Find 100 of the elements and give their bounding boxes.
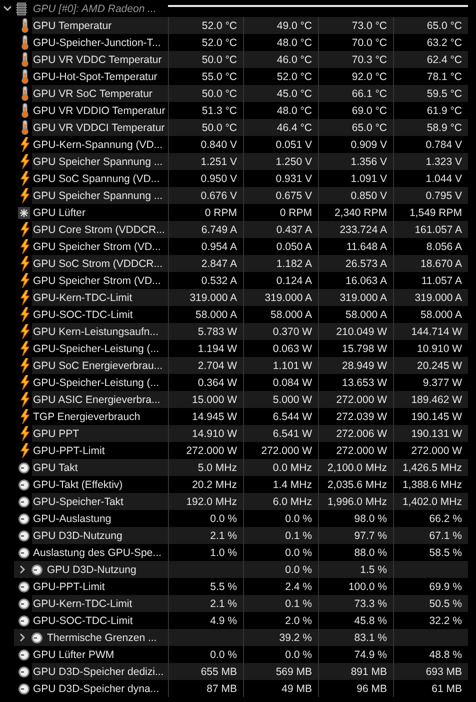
value-cell: 39.2 % (243, 629, 318, 646)
value-cell: 319.000 A (243, 289, 318, 306)
collapse-chevron-icon[interactable] (3, 4, 12, 13)
value-cell: 50.5 % (393, 595, 468, 612)
lightning-icon (20, 392, 30, 407)
sensor-name: GPU Speicher Spannung ... (32, 187, 168, 204)
fan-icon (18, 206, 30, 218)
value-cell: 272.000 W (318, 391, 393, 408)
value-cell: 233.724 A (318, 221, 393, 238)
sensor-name: GPU VR VDDCI Temperatur (32, 119, 168, 136)
gauge-icon (31, 564, 43, 576)
value-cell: 1.323 V (393, 153, 468, 170)
value-cell: 73.0 °C (318, 17, 393, 34)
value-cell: 50.0 °C (168, 51, 243, 68)
sensor-name: GPU Kern-Leistungsaufn... (32, 323, 168, 340)
value-cell: 1.251 V (168, 153, 243, 170)
value-cell: 1,426.5 MHz (393, 459, 468, 476)
lightning-icon (20, 341, 30, 356)
thermometer-icon (20, 86, 30, 101)
sensor-name: GPU ASIC Energieverbra... (32, 391, 168, 408)
value-cell: 59.5 °C (393, 85, 468, 102)
chip-icon (16, 2, 27, 16)
expand-chevron-icon[interactable] (18, 565, 27, 574)
value-cell: 46.4 °C (243, 119, 318, 136)
lightning-icon (20, 426, 30, 441)
thermometer-icon (20, 120, 30, 135)
value-cell: 5.000 W (243, 391, 318, 408)
value-cell: 49.0 °C (243, 17, 318, 34)
value-cell: 0.676 V (168, 187, 243, 204)
thermometer-icon (20, 18, 30, 33)
value-cell: 0.850 V (318, 187, 393, 204)
value-cell: 58.9 °C (393, 119, 468, 136)
sensor-name: GPU SoC Energieverbrau... (32, 357, 168, 374)
gauge-icon (18, 648, 30, 660)
sensor-name: GPU VR SoC Temperatur (32, 85, 168, 102)
value-cell: 5.783 W (168, 323, 243, 340)
sensor-name: GPU-Kern-TDC-Limit (32, 595, 168, 612)
sensor-name: GPU D3D-Nutzung (47, 564, 136, 576)
value-cell: 50.0 °C (168, 119, 243, 136)
value-cell: 2.1 % (168, 527, 243, 544)
value-cell: 1,996.0 MHz (318, 493, 393, 510)
sensor-name: GPU D3D-Speicher dedizi... (32, 663, 168, 680)
value-cell: 83.1 % (318, 629, 393, 646)
value-cell: 0.0 MHz (243, 459, 318, 476)
lightning-icon (20, 171, 30, 186)
value-cell: 46.0 °C (243, 51, 318, 68)
value-cell: 0.795 V (393, 187, 468, 204)
sensor-name: GPU-Speicher-Takt (32, 493, 168, 510)
lightning-icon (20, 307, 30, 322)
sensor-name: GPU Takt (32, 459, 168, 476)
sensor-name: GPU Speicher Spannung ... (32, 153, 168, 170)
value-cell: 5.0 MHz (168, 459, 243, 476)
value-cell: 2.847 A (168, 255, 243, 272)
value-cell: 0.1 % (243, 595, 318, 612)
value-cell: 1.356 V (318, 153, 393, 170)
sensor-name: GPU PPT (32, 425, 168, 442)
value-cell: 891 MB (318, 663, 393, 680)
value-cell: 1.101 W (243, 357, 318, 374)
value-cell: 65.0 °C (318, 119, 393, 136)
value-cell: 192.0 MHz (168, 493, 243, 510)
gauge-icon (18, 614, 30, 626)
value-cell: 62.4 °C (393, 51, 468, 68)
lightning-icon (20, 256, 30, 271)
lightning-icon (20, 358, 30, 373)
value-cell: 655 MB (168, 663, 243, 680)
value-cell: 66.1 °C (318, 85, 393, 102)
lightning-icon (20, 137, 30, 152)
value-cell: 0.0 % (243, 561, 318, 578)
value-cell: 189.462 W (393, 391, 468, 408)
value-cell: 1.182 A (243, 255, 318, 272)
value-cell: 52.0 °C (168, 17, 243, 34)
value-cell: 14.910 W (168, 425, 243, 442)
value-cell: 73.3 % (318, 595, 393, 612)
lightning-icon (20, 324, 30, 339)
value-cell: 569 MB (243, 663, 318, 680)
lightning-icon (20, 222, 30, 237)
value-cell: 0.675 V (243, 187, 318, 204)
lightning-icon (20, 239, 30, 254)
value-cell: 2,100.0 MHz (318, 459, 393, 476)
gauge-icon (18, 666, 30, 678)
expand-chevron-icon[interactable] (18, 633, 27, 642)
gauge-icon (18, 580, 30, 592)
lightning-icon (20, 443, 30, 458)
sensor-name: Thermische Grenzen ... (47, 632, 157, 644)
value-cell: 6.0 MHz (243, 493, 318, 510)
sensor-name: GPU D3D-Nutzung (32, 527, 168, 544)
value-cell: 15.000 W (168, 391, 243, 408)
value-cell: 0.370 W (243, 323, 318, 340)
value-cell: 6.541 W (243, 425, 318, 442)
value-cell: 0.1 % (243, 527, 318, 544)
lightning-icon (20, 154, 30, 169)
value-cell: 161.057 A (393, 221, 468, 238)
gauge-icon (18, 462, 30, 474)
value-cell: 210.049 W (318, 323, 393, 340)
sensor-name: GPU Temperatur (32, 17, 168, 34)
thermometer-icon (20, 35, 30, 50)
value-cell: 70.3 °C (318, 51, 393, 68)
value-cell: 319.000 A (393, 289, 468, 306)
value-cell: 97.7 % (318, 527, 393, 544)
value-cell: 28.949 W (318, 357, 393, 374)
